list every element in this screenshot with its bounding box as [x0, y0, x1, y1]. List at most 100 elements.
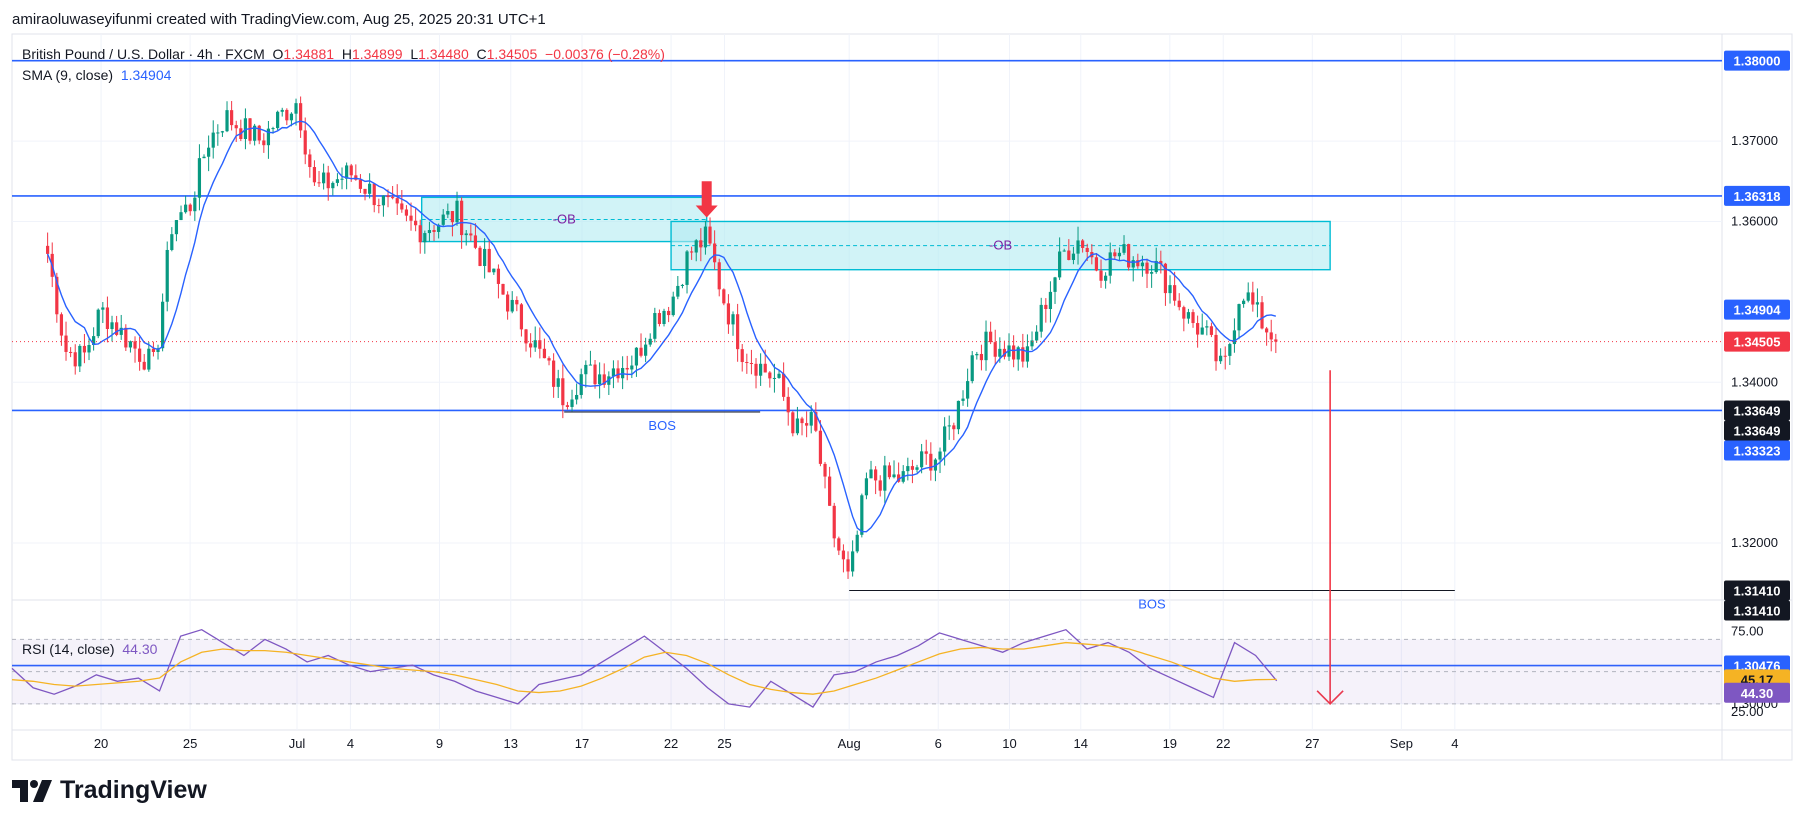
- candle-body: [1053, 277, 1057, 292]
- candle-body: [938, 451, 942, 460]
- candle-body: [1140, 262, 1145, 267]
- time-tick-label: 25: [717, 736, 731, 751]
- rsi-tick-label: 75.00: [1731, 623, 1764, 638]
- candle-body: [805, 423, 809, 426]
- candle-body: [749, 362, 754, 364]
- candle-body: [634, 347, 639, 366]
- candle-body: [832, 505, 836, 539]
- candle-body: [1196, 323, 1200, 335]
- candle-body: [943, 426, 947, 452]
- time-tick-label: 4: [347, 736, 354, 751]
- candle-body: [1025, 346, 1030, 362]
- candle-body: [446, 211, 450, 215]
- candle-body: [920, 451, 924, 468]
- candle-body: [1127, 244, 1131, 268]
- candle-body: [984, 331, 988, 361]
- candle-body: [1191, 312, 1195, 324]
- candle-body: [855, 534, 859, 552]
- candle-body: [473, 235, 478, 248]
- price-tick-label: 1.32000: [1731, 535, 1778, 550]
- candle-body: [381, 195, 386, 206]
- time-tick-label: 10: [1002, 736, 1016, 751]
- candle-body: [464, 233, 468, 236]
- candle-body: [754, 363, 758, 376]
- candle-body: [73, 352, 77, 367]
- candle-body: [703, 226, 708, 248]
- candle-body: [722, 289, 726, 304]
- candle-body: [740, 349, 744, 363]
- candle-body: [736, 314, 740, 350]
- candle-body: [69, 351, 73, 353]
- bos-label: BOS: [648, 418, 676, 433]
- time-tick-label: 9: [436, 736, 443, 751]
- candle-body: [188, 204, 192, 212]
- candle-body: [639, 347, 643, 356]
- candle-body: [1104, 275, 1108, 281]
- candle-body: [818, 430, 823, 464]
- candle-body: [202, 156, 206, 159]
- candle-body: [556, 378, 560, 387]
- candle-body: [211, 132, 215, 148]
- candle-body: [1012, 345, 1016, 360]
- candles-group: [46, 96, 1278, 579]
- candle-body: [851, 551, 855, 572]
- candle-body: [998, 348, 1002, 357]
- candle-body: [349, 165, 353, 176]
- price-axis-badge-text: 1.34904: [1734, 303, 1782, 318]
- candle-body: [1094, 257, 1099, 271]
- candle-body: [506, 294, 510, 312]
- candle-body: [409, 215, 413, 221]
- candle-body: [483, 248, 487, 266]
- candle-body: [993, 342, 997, 357]
- candle-body: [1251, 292, 1255, 305]
- candle-body: [179, 212, 183, 221]
- candle-body: [64, 335, 68, 352]
- candle-body: [519, 304, 524, 330]
- close-value: 1.34505: [486, 46, 538, 62]
- candle-body: [1035, 331, 1039, 341]
- candle-body: [745, 362, 749, 364]
- candle-body: [1039, 304, 1043, 332]
- candle-body: [878, 480, 882, 491]
- candle-body: [892, 474, 896, 478]
- candle-body: [671, 296, 675, 316]
- candle-body: [768, 372, 772, 379]
- candle-body: [358, 179, 363, 189]
- candle-body: [1117, 252, 1122, 257]
- candle-body: [377, 205, 381, 207]
- candle-body: [657, 313, 662, 325]
- time-tick-label: 13: [504, 736, 518, 751]
- sma-legend: SMA (9, close) 1.34904: [22, 67, 171, 83]
- candle-body: [837, 538, 841, 551]
- candle-body: [496, 268, 501, 284]
- candle-body: [584, 364, 588, 375]
- candle-body: [207, 147, 211, 157]
- candle-body: [915, 467, 919, 470]
- candle-body: [1062, 250, 1066, 252]
- candle-body: [910, 466, 915, 470]
- candle-body: [391, 197, 395, 199]
- candle-body: [487, 248, 491, 273]
- candle-body: [846, 559, 850, 572]
- candle-body: [1076, 240, 1080, 254]
- candle-body: [1113, 252, 1117, 257]
- candle-body: [276, 111, 280, 129]
- candle-body: [1200, 327, 1204, 335]
- candle-body: [731, 314, 735, 325]
- bos-label: BOS: [1138, 596, 1166, 611]
- candle-body: [690, 251, 694, 253]
- candle-body: [1048, 291, 1053, 310]
- candle-body: [432, 230, 436, 232]
- candle-body: [1228, 344, 1232, 356]
- chart-canvas[interactable]: 1.300001.320001.340001.360001.370001.380…: [0, 0, 1814, 834]
- candle-body: [625, 367, 629, 370]
- candle-body: [561, 378, 565, 406]
- candle-body: [883, 465, 887, 491]
- candle-body: [662, 310, 666, 325]
- candle-body: [368, 183, 372, 194]
- candle-body: [1209, 326, 1214, 335]
- time-tick-label: 14: [1074, 736, 1088, 751]
- candle-body: [455, 200, 459, 223]
- open-label: O: [272, 46, 284, 62]
- candle-body: [414, 220, 418, 226]
